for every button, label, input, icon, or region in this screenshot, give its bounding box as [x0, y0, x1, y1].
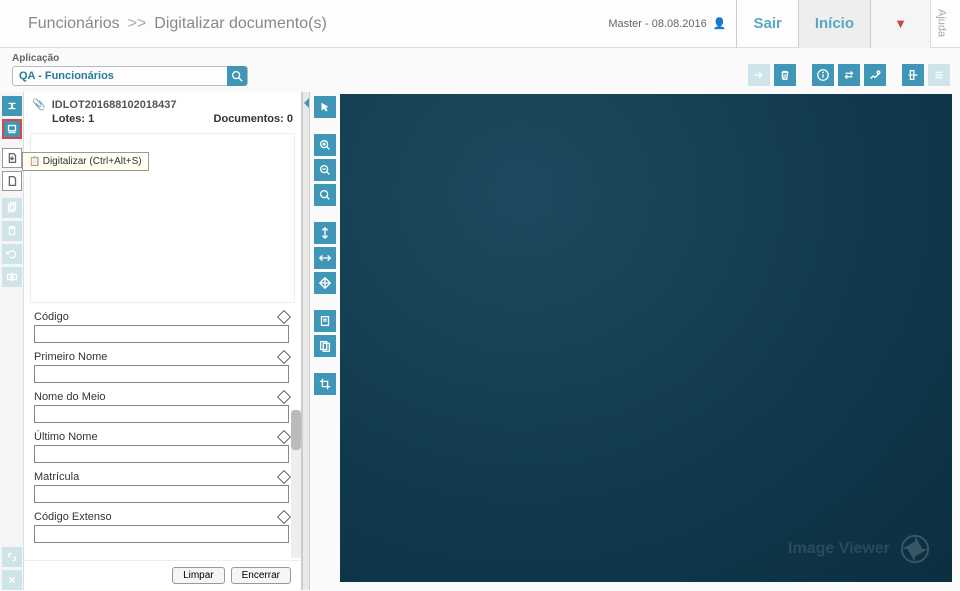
- top-bar: Funcionários >> Digitalizar documento(s)…: [0, 0, 960, 48]
- form-scrollbar[interactable]: [291, 410, 301, 558]
- fit-page-button[interactable]: [314, 272, 336, 294]
- aperture-icon: [900, 534, 930, 564]
- required-icon: [277, 310, 291, 324]
- viewer-watermark: Image Viewer: [788, 534, 930, 564]
- chevron-left-icon: [304, 98, 309, 108]
- scan-tooltip: Digitalizar (Ctrl+Alt+S): [22, 152, 149, 171]
- required-icon: [277, 430, 291, 444]
- move-right-button[interactable]: [748, 64, 770, 86]
- ultimo-nome-input[interactable]: [34, 445, 289, 463]
- viewer-toolbar: [310, 92, 340, 590]
- required-icon: [277, 510, 291, 524]
- field-label: Código Extenso: [34, 511, 112, 523]
- help-tab[interactable]: Ajuda: [930, 0, 952, 48]
- page-next-button[interactable]: [314, 335, 336, 357]
- batch-id: IDLOT201688102018437: [52, 99, 177, 111]
- rail-link-button[interactable]: [2, 547, 22, 567]
- docs-label: Documentos:: [214, 113, 284, 125]
- delete-button[interactable]: [774, 64, 796, 86]
- breadcrumb-sep: >>: [128, 15, 147, 33]
- rail-split-button[interactable]: [2, 267, 22, 287]
- required-icon: [277, 470, 291, 484]
- breadcrumb-level-1[interactable]: Funcionários: [28, 15, 120, 33]
- dropdown-button[interactable]: ▼: [870, 0, 930, 48]
- finish-button[interactable]: Encerrar: [231, 567, 291, 584]
- user-info: Master - 08.08.2016 👤: [608, 17, 726, 30]
- lotes-value: 1: [88, 113, 94, 125]
- application-search-icon[interactable]: [227, 66, 247, 86]
- page-prev-button[interactable]: [314, 310, 336, 332]
- lotes-label: Lotes:: [52, 113, 85, 125]
- swap-button[interactable]: [838, 64, 860, 86]
- info-button[interactable]: [812, 64, 834, 86]
- clip-icon: 📎: [32, 98, 46, 111]
- field-label: Nome do Meio: [34, 391, 106, 403]
- user-info-text: Master - 08.08.2016: [608, 18, 706, 30]
- list-button[interactable]: [928, 64, 950, 86]
- field-label: Matrícula: [34, 471, 79, 483]
- rail-copy-button[interactable]: [2, 198, 22, 218]
- field-label: Primeiro Nome: [34, 351, 107, 363]
- fit-width-button[interactable]: [314, 247, 336, 269]
- zoom-out-button[interactable]: [314, 159, 336, 181]
- required-icon: [277, 390, 291, 404]
- breadcrumb: Funcionários >> Digitalizar documento(s): [28, 15, 327, 33]
- rail-close-button[interactable]: [2, 570, 22, 590]
- home-button[interactable]: Início: [798, 0, 870, 48]
- panel-collapse-toggle[interactable]: [302, 92, 310, 590]
- zoom-fit-button[interactable]: [314, 184, 336, 206]
- image-viewer[interactable]: Image Viewer: [340, 94, 952, 582]
- settings-button[interactable]: [864, 64, 886, 86]
- required-icon: [277, 350, 291, 364]
- index-form: Código Primeiro Nome Nome do Meio Último…: [24, 303, 301, 560]
- primeiro-nome-input[interactable]: [34, 365, 289, 383]
- user-icon[interactable]: 👤: [713, 17, 727, 30]
- application-bar: Aplicação QA - Funcionários: [0, 48, 960, 92]
- rail-paste-button[interactable]: [2, 221, 22, 241]
- rail-rotate-button[interactable]: [2, 244, 22, 264]
- rail-shuffle-button[interactable]: [2, 96, 22, 116]
- pointer-tool[interactable]: [314, 96, 336, 118]
- main-area: Digitalizar (Ctrl+Alt+S) 📎 IDLOT20168810…: [0, 92, 960, 590]
- application-label: Aplicação: [12, 53, 248, 64]
- field-label: Último Nome: [34, 431, 98, 443]
- matricula-input[interactable]: [34, 485, 289, 503]
- logout-button[interactable]: Sair: [736, 0, 797, 48]
- fit-height-button[interactable]: [314, 222, 336, 244]
- field-label: Código: [34, 311, 69, 323]
- nome-meio-input[interactable]: [34, 405, 289, 423]
- align-button[interactable]: [902, 64, 924, 86]
- application-combo[interactable]: QA - Funcionários: [12, 66, 248, 86]
- rail-scan-button[interactable]: [2, 119, 22, 139]
- codigo-input[interactable]: [34, 325, 289, 343]
- docs-value: 0: [287, 113, 293, 125]
- clear-button[interactable]: Limpar: [172, 567, 225, 584]
- breadcrumb-level-2: Digitalizar documento(s): [154, 15, 327, 33]
- codigo-extenso-input[interactable]: [34, 525, 289, 543]
- toolbar-right: [748, 64, 950, 86]
- application-value: QA - Funcionários: [13, 70, 227, 82]
- left-rail: Digitalizar (Ctrl+Alt+S): [0, 92, 24, 590]
- batch-id-row: 📎 IDLOT201688102018437: [32, 98, 293, 111]
- rail-page-button[interactable]: [2, 171, 22, 191]
- zoom-in-button[interactable]: [314, 134, 336, 156]
- application-selector: Aplicação QA - Funcionários: [12, 53, 248, 86]
- rail-import-button[interactable]: [2, 148, 22, 168]
- crop-button[interactable]: [314, 373, 336, 395]
